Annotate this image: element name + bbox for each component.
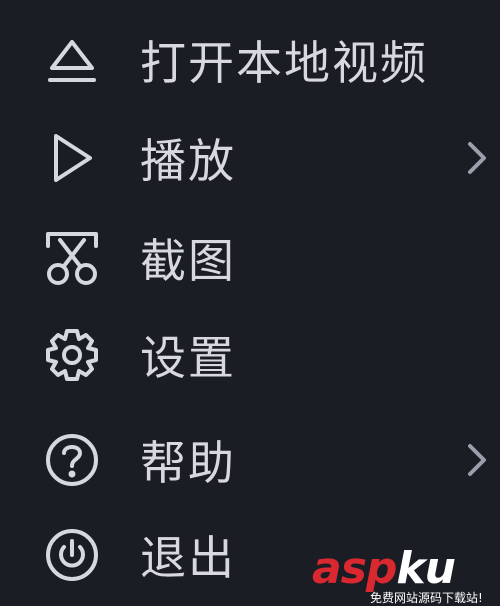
help-icon bbox=[40, 428, 104, 492]
menu-item-label: 播放 bbox=[140, 134, 236, 188]
menu-item-label: 退出 bbox=[140, 531, 236, 585]
scissors-icon bbox=[40, 226, 104, 290]
eject-open-icon bbox=[40, 28, 104, 92]
menu-item-screenshot[interactable]: 截图 bbox=[0, 208, 500, 308]
gear-icon bbox=[40, 323, 104, 387]
chevron-right-icon bbox=[464, 138, 490, 178]
power-icon bbox=[40, 523, 104, 587]
watermark-tagline: 免费网站源码下载站! bbox=[370, 591, 483, 605]
chevron-right-icon bbox=[464, 440, 490, 480]
menu-item-open-local-video[interactable]: 打开本地视频 bbox=[0, 10, 500, 110]
menu-item-label: 截图 bbox=[140, 234, 236, 288]
menu-item-label: 打开本地视频 bbox=[140, 36, 428, 90]
menu-item-settings[interactable]: 设置 bbox=[0, 305, 500, 405]
watermark-logo: aspku bbox=[312, 543, 456, 594]
menu-item-play[interactable]: 播放 bbox=[0, 108, 500, 208]
menu-item-label: 帮助 bbox=[140, 436, 236, 490]
menu-item-help[interactable]: 帮助 bbox=[0, 410, 500, 510]
menu-item-label: 设置 bbox=[140, 331, 236, 385]
aspku-watermark: aspku 免费网站源码下载站! bbox=[312, 543, 492, 606]
play-icon bbox=[40, 126, 104, 190]
context-menu: 打开本地视频 播放 截图 设置 帮助 退出 aspku 免费网站源码下载站! bbox=[0, 0, 500, 605]
